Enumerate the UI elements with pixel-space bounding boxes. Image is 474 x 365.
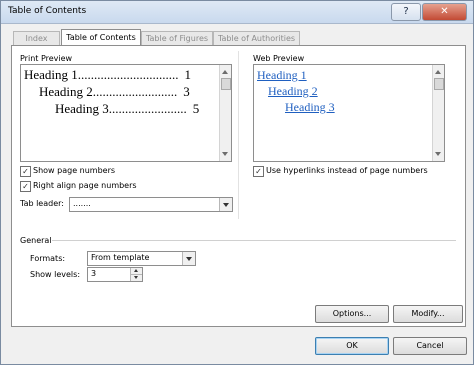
web-preview-scrollbar[interactable] <box>432 65 444 161</box>
web-heading-1[interactable]: Heading 1 <box>257 68 307 83</box>
scroll-thumb[interactable] <box>221 78 231 90</box>
scroll-up-icon[interactable] <box>222 70 228 74</box>
web-heading-3[interactable]: Heading 3 <box>285 100 335 115</box>
right-align-label: Right align page numbers <box>33 181 137 190</box>
dialog-window: Table of Contents ? ✕ Index Table of Con… <box>0 0 474 365</box>
show-levels-value: 3 <box>91 269 97 278</box>
tab-leader-label: Tab leader: <box>20 199 64 208</box>
chevron-down-icon[interactable] <box>219 198 232 211</box>
tab-leader-select[interactable]: ....... <box>69 197 233 212</box>
scroll-down-icon[interactable] <box>435 152 441 156</box>
tab-index[interactable]: Index <box>13 31 60 46</box>
use-hyperlinks-label: Use hyperlinks instead of page numbers <box>266 166 428 175</box>
formats-select[interactable]: From template <box>87 251 196 266</box>
formats-label: Formats: <box>30 254 66 263</box>
web-preview-box: Heading 1 Heading 2 Heading 3 <box>253 64 445 162</box>
options-button[interactable]: Options... <box>315 305 389 323</box>
scroll-up-icon[interactable] <box>435 70 441 74</box>
spin-down-icon[interactable] <box>130 275 142 281</box>
print-heading-3: Heading 3........................ 5 <box>55 101 200 116</box>
show-page-numbers-checkbox[interactable]: ✓ <box>20 166 31 177</box>
show-levels-label: Show levels: <box>30 270 81 279</box>
tab-table-of-figures[interactable]: Table of Figures <box>141 31 213 46</box>
tab-table-of-authorities[interactable]: Table of Authorities <box>213 31 300 46</box>
scroll-thumb[interactable] <box>434 78 444 90</box>
general-divider <box>52 240 456 241</box>
general-group-label: General <box>20 236 52 245</box>
use-hyperlinks-checkbox[interactable]: ✓ <box>253 166 264 177</box>
right-align-checkbox[interactable]: ✓ <box>20 181 31 192</box>
scroll-down-icon[interactable] <box>222 152 228 156</box>
print-heading-1: Heading 1...............................… <box>24 67 192 82</box>
cancel-button[interactable]: Cancel <box>393 337 467 355</box>
tab-leader-value: ....... <box>73 199 91 208</box>
print-heading-2: Heading 2.......................... 3 <box>39 84 190 99</box>
formats-value: From template <box>91 253 150 262</box>
vertical-divider <box>238 51 239 219</box>
title-bar: Table of Contents ? ✕ <box>1 1 473 24</box>
modify-button[interactable]: Modify... <box>393 305 463 323</box>
chevron-down-icon[interactable] <box>182 252 195 265</box>
web-heading-2[interactable]: Heading 2 <box>268 84 318 99</box>
show-levels-spinner[interactable]: 3 <box>87 267 143 282</box>
close-button[interactable]: ✕ <box>422 3 467 21</box>
print-preview-label: Print Preview <box>20 54 73 63</box>
web-preview-label: Web Preview <box>253 54 305 63</box>
print-preview-box: Heading 1...............................… <box>20 64 232 162</box>
show-page-numbers-label: Show page numbers <box>33 166 116 175</box>
help-button[interactable]: ? <box>391 3 421 21</box>
ok-button[interactable]: OK <box>315 337 389 355</box>
spin-up-icon[interactable] <box>130 268 142 275</box>
print-preview-scrollbar[interactable] <box>219 65 231 161</box>
tab-panel: Print Preview Heading 1.................… <box>11 45 466 327</box>
window-title: Table of Contents <box>8 6 87 16</box>
